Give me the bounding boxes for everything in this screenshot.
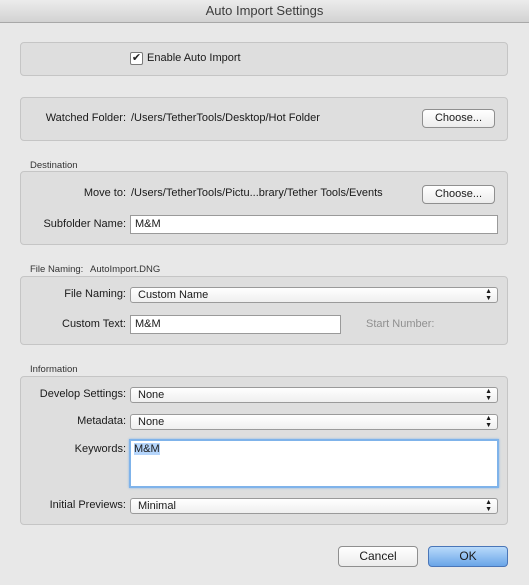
- keywords-value: M&M: [134, 443, 160, 455]
- custom-text-input[interactable]: M&M: [130, 315, 341, 334]
- initial-previews-select-value: Minimal: [138, 500, 176, 512]
- select-arrows-icon: ▲ ▼: [485, 388, 492, 402]
- initial-previews-label: Initial Previews:: [49, 499, 126, 511]
- enable-auto-import-checkbox[interactable]: ✔: [130, 52, 143, 65]
- keywords-textarea[interactable]: M&M: [129, 439, 499, 488]
- destination-choose-button[interactable]: Choose...: [422, 185, 495, 204]
- enable-auto-import-label: Enable Auto Import: [147, 52, 241, 64]
- start-number-label: Start Number:: [366, 318, 435, 330]
- select-arrows-icon: ▲ ▼: [485, 499, 492, 513]
- file-naming-label: File Naming:: [64, 288, 126, 300]
- cancel-button[interactable]: Cancel: [338, 546, 418, 567]
- develop-settings-select-value: None: [138, 389, 165, 401]
- metadata-label: Metadata:: [77, 415, 126, 427]
- enable-group: [20, 42, 508, 76]
- watched-folder-choose-button[interactable]: Choose...: [422, 109, 495, 128]
- metadata-select[interactable]: None ▲ ▼: [130, 414, 498, 430]
- subfolder-name-input[interactable]: M&M: [130, 215, 498, 234]
- develop-settings-select[interactable]: None ▲ ▼: [130, 387, 498, 403]
- custom-text-label: Custom Text:: [62, 318, 126, 330]
- file-naming-select-value: Custom Name: [138, 289, 209, 301]
- move-to-label: Move to:: [83, 187, 126, 199]
- subfolder-name-label: Subfolder Name:: [43, 218, 126, 230]
- move-to-path: /Users/TetherTools/Pictu...brary/Tether …: [131, 187, 383, 199]
- file-naming-section-label: File Naming:: [30, 264, 84, 275]
- metadata-select-value: None: [138, 416, 165, 428]
- ok-button[interactable]: OK: [428, 546, 508, 567]
- watched-folder-label: Watched Folder:: [45, 112, 126, 124]
- file-naming-select[interactable]: Custom Name ▲ ▼: [130, 287, 498, 303]
- window-title: Auto Import Settings: [0, 0, 529, 23]
- keywords-label: Keywords:: [74, 443, 126, 455]
- destination-section-label: Destination: [30, 160, 78, 171]
- watched-folder-path: /Users/TetherTools/Desktop/Hot Folder: [131, 112, 320, 124]
- develop-settings-label: Develop Settings:: [39, 388, 126, 400]
- select-arrows-icon: ▲ ▼: [485, 415, 492, 429]
- file-naming-example: AutoImport.DNG: [90, 264, 161, 275]
- select-arrows-icon: ▲ ▼: [485, 288, 492, 302]
- information-section-label: Information: [30, 364, 78, 375]
- initial-previews-select[interactable]: Minimal ▲ ▼: [130, 498, 498, 514]
